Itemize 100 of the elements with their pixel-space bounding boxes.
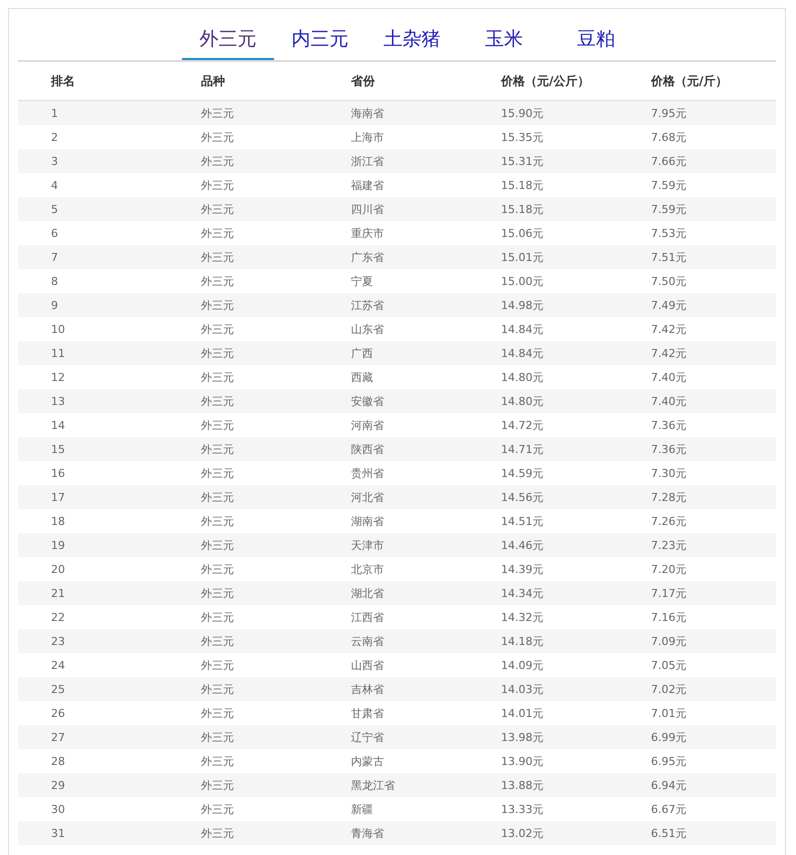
table-cell-text: 14	[51, 418, 66, 432]
column-header: 排名	[51, 72, 76, 90]
table-cell-text: 外三元	[201, 106, 235, 120]
table-cell-text: 黑龙江省	[351, 778, 396, 792]
table-cell-text: 外三元	[201, 562, 235, 576]
table-cell-text: 7.02元	[651, 682, 688, 696]
table-cell-text: 外三元	[201, 466, 235, 480]
table-cell-text: 14.39元	[501, 562, 544, 576]
table-cell-text: 外三元	[201, 754, 235, 768]
table-cell-text: 7.49元	[651, 298, 688, 312]
table-cell-text: 7.05元	[651, 658, 688, 672]
table-cell-text: 29	[51, 778, 66, 792]
table-cell-text: 14.46元	[501, 538, 544, 552]
table-cell-text: 14.01元	[501, 706, 544, 720]
table-cell-text: 贵州省	[351, 466, 385, 480]
table-cell-text: 外三元	[201, 634, 235, 648]
table-cell-text: 外三元	[201, 154, 235, 168]
table-cell-text: 江西省	[351, 610, 385, 624]
table-cell-text: 7.26元	[651, 514, 688, 528]
table-cell-text: 14.51元	[501, 514, 544, 528]
table-cell-text: 外三元	[201, 250, 235, 264]
table-cell-text: 26	[51, 706, 66, 720]
table-cell-text: 外三元	[201, 730, 235, 744]
table-cell-text: 6.95元	[651, 754, 688, 768]
table-cell-text: 外三元	[201, 130, 235, 144]
table-cell-text: 重庆市	[351, 226, 385, 240]
table-cell-text: 外三元	[201, 778, 235, 792]
table-cell-text: 6.94元	[651, 778, 688, 792]
table-cell-text: 6.99元	[651, 730, 688, 744]
table-cell-text: 6.51元	[651, 826, 688, 840]
table-cell-text: 14.09元	[501, 658, 544, 672]
table-cell-text: 14.32元	[501, 610, 544, 624]
table-cell-text: 14.84元	[501, 346, 544, 360]
table-cell-text: 13.33元	[501, 802, 544, 816]
table-cell-text: 外三元	[201, 490, 235, 504]
tab[interactable]: 豆粕	[550, 20, 642, 60]
column-header: 省份	[351, 72, 376, 90]
table-cell-text: 外三元	[201, 610, 235, 624]
table-cell-text: 14.34元	[501, 586, 544, 600]
table-cell-text: 3	[51, 154, 59, 168]
table-cell-text: 15.18元	[501, 202, 544, 216]
table-cell-text: 15.06元	[501, 226, 544, 240]
table-cell-text: 外三元	[201, 370, 235, 384]
table-cell-text: 9	[51, 298, 59, 312]
table-cell-text: 4	[51, 178, 59, 192]
table-cell-text: 6	[51, 226, 59, 240]
table-cell-text: 2	[51, 130, 59, 144]
table-cell-text: 外三元	[201, 514, 235, 528]
table-cell-text: 上海市	[351, 130, 385, 144]
table-cell-text: 14.84元	[501, 322, 544, 336]
table-cell-text: 7.50元	[651, 274, 688, 288]
table-cell-text: 11	[51, 346, 66, 360]
table-cell-text: 江苏省	[351, 298, 385, 312]
tab[interactable]: 玉米	[458, 20, 550, 60]
table-cell-text: 23	[51, 634, 66, 648]
table-cell-text: 外三元	[201, 802, 235, 816]
table-cell-text: 14.59元	[501, 466, 544, 480]
table-cell-text: 外三元	[201, 298, 235, 312]
table-cell-text: 宁夏	[351, 274, 374, 288]
table-cell-text: 7.68元	[651, 130, 688, 144]
table-cell-text: 北京市	[351, 562, 385, 576]
table-cell-text: 24	[51, 658, 66, 672]
table-cell-text: 28	[51, 754, 66, 768]
table-cell-text: 外三元	[201, 274, 235, 288]
table-cell-text: 7.36元	[651, 442, 688, 456]
table-cell-text: 7.20元	[651, 562, 688, 576]
table-cell-text: 7.53元	[651, 226, 688, 240]
table-cell-text: 四川省	[351, 202, 385, 216]
table-cell-text: 7	[51, 250, 59, 264]
table-cell-text: 安徽省	[351, 394, 385, 408]
table-cell-text: 外三元	[201, 442, 235, 456]
table-cell-text: 外三元	[201, 322, 235, 336]
table-cell-text: 7.95元	[651, 106, 688, 120]
table-cell-text: 7.42元	[651, 322, 688, 336]
table-cell-text: 5	[51, 202, 59, 216]
table-cell-text: 7.66元	[651, 154, 688, 168]
tab[interactable]: 外三元	[182, 20, 274, 60]
tab[interactable]: 内三元	[274, 20, 366, 60]
table-cell-text: 西藏	[351, 370, 374, 384]
table-cell-text: 7.16元	[651, 610, 688, 624]
table-cell-text: 14.80元	[501, 394, 544, 408]
table-cell-text: 13.98元	[501, 730, 544, 744]
column-header: 价格（元/斤）	[651, 72, 728, 90]
table-cell-text: 山西省	[351, 658, 385, 672]
table-cell-text: 7.59元	[651, 178, 688, 192]
table-cell-text: 内蒙古	[351, 754, 385, 768]
tab[interactable]: 土杂猪	[366, 20, 458, 60]
table-cell-text: 22	[51, 610, 66, 624]
table-cell-text: 16	[51, 466, 66, 480]
table-cell-text: 河北省	[351, 490, 385, 504]
table-cell-text: 7.30元	[651, 466, 688, 480]
table-cell-text: 13.88元	[501, 778, 544, 792]
table-cell-text: 21	[51, 586, 66, 600]
table-cell-text: 7.40元	[651, 394, 688, 408]
table-cell-text: 外三元	[201, 658, 235, 672]
table-cell-text: 吉林省	[351, 682, 385, 696]
table-cell-text: 广西	[351, 346, 374, 360]
table-cell-text: 14.56元	[501, 490, 544, 504]
table-cell-text: 15	[51, 442, 66, 456]
table-cell-text: 8	[51, 274, 59, 288]
